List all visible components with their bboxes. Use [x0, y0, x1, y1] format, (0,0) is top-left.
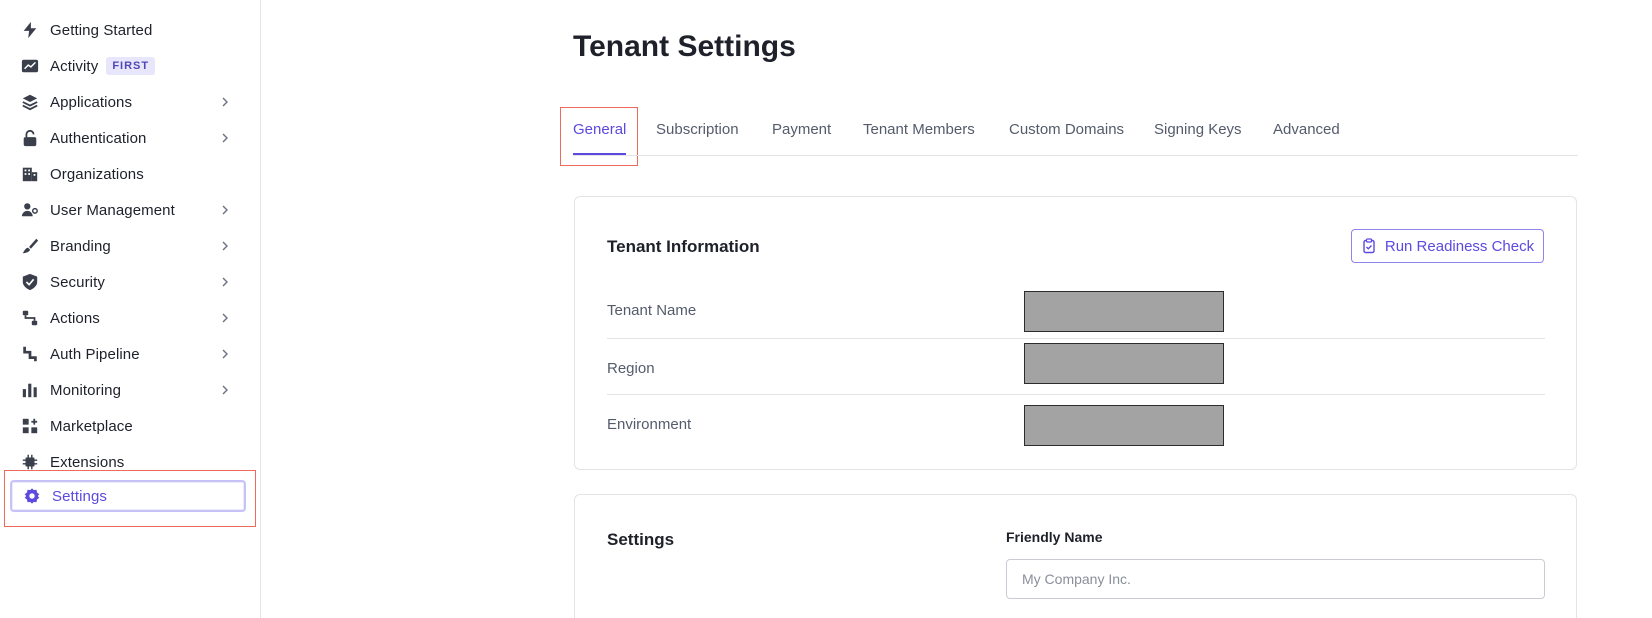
sidebar-item-authentication[interactable]: Authentication [10, 122, 246, 154]
run-readiness-check-button[interactable]: Run Readiness Check [1351, 229, 1544, 263]
environment-redacted-value [1024, 405, 1224, 446]
users-gear-icon [20, 200, 40, 220]
settings-tabs: General Subscription Payment Tenant Memb… [573, 108, 1578, 156]
layers-icon [20, 92, 40, 112]
first-badge: FIRST [106, 57, 156, 75]
chip-icon [20, 452, 40, 472]
grid-plus-icon [20, 416, 40, 436]
sidebar-item-label: Activity [50, 57, 99, 75]
tab-general[interactable]: General [573, 121, 626, 138]
sidebar-item-user-management[interactable]: User Management [10, 194, 246, 226]
active-tab-indicator [573, 153, 626, 155]
page-title: Tenant Settings [573, 30, 796, 63]
sidebar-item-label: Monitoring [50, 381, 122, 399]
sidebar-item-label: Branding [50, 237, 111, 255]
highlight-box-settings [4, 470, 256, 527]
sidebar-item-security[interactable]: Security [10, 266, 246, 298]
run-readiness-check-label: Run Readiness Check [1384, 237, 1535, 255]
sidebar-item-marketplace[interactable]: Marketplace [10, 410, 246, 442]
environment-row: Environment [607, 395, 1545, 451]
sidebar-item-label: User Management [50, 201, 175, 219]
sidebar-item-label: Marketplace [50, 417, 133, 435]
lock-icon [20, 128, 40, 148]
region-redacted-value [1024, 343, 1224, 384]
flow-icon [20, 308, 40, 328]
tab-signing-keys[interactable]: Signing Keys [1154, 121, 1242, 138]
tenant-name-redacted-value [1024, 291, 1224, 332]
region-label: Region [607, 360, 655, 377]
chevron-right-icon [222, 205, 228, 215]
sidebar-item-label: Authentication [50, 129, 147, 147]
sidebar-item-label: Organizations [50, 165, 144, 183]
building-icon [20, 164, 40, 184]
tenant-information-card: Tenant Information Run Readiness Check T… [574, 196, 1577, 470]
tab-advanced[interactable]: Advanced [1273, 121, 1340, 138]
sidebar-item-getting-started[interactable]: Getting Started [10, 14, 246, 46]
sidebar-item-label: Auth Pipeline [50, 345, 140, 363]
tenant-name-label: Tenant Name [607, 302, 697, 319]
tab-custom-domains[interactable]: Custom Domains [1009, 121, 1124, 138]
clipboard-check-icon [1363, 238, 1375, 254]
brush-icon [20, 236, 40, 256]
sidebar-item-organizations[interactable]: Organizations [10, 158, 246, 190]
chevron-right-icon [222, 385, 228, 395]
sidebar-item-label: Applications [50, 93, 133, 111]
sidebar-item-applications[interactable]: Applications [10, 86, 246, 118]
environment-label: Environment [607, 416, 692, 433]
chevron-right-icon [222, 277, 228, 287]
sidebar-item-label: Actions [50, 309, 100, 327]
sidebar-item-label: Security [50, 273, 105, 291]
tenant-name-row: Tenant Name [607, 283, 1545, 339]
chevron-right-icon [222, 349, 228, 359]
sidebar-item-label: Extensions [50, 453, 125, 471]
friendly-name-input[interactable] [1006, 559, 1545, 599]
tab-subscription[interactable]: Subscription [656, 121, 739, 138]
tenant-information-title: Tenant Information [607, 237, 760, 256]
friendly-name-label: Friendly Name [1006, 529, 1103, 545]
bar-chart-icon [20, 380, 40, 400]
settings-card: Settings Friendly Name [574, 494, 1577, 618]
chevron-right-icon [222, 97, 228, 107]
lightning-icon [20, 20, 40, 40]
settings-title: Settings [607, 530, 675, 549]
shield-check-icon [20, 272, 40, 292]
tab-payment[interactable]: Payment [772, 121, 831, 138]
chevron-right-icon [222, 241, 228, 251]
tab-tenant-members[interactable]: Tenant Members [863, 121, 975, 138]
chevron-right-icon [222, 313, 228, 323]
sidebar-item-activity[interactable]: Activity FIRST [10, 50, 246, 82]
sidebar-item-monitoring[interactable]: Monitoring [10, 374, 246, 406]
chevron-right-icon [222, 133, 228, 143]
sidebar-item-auth-pipeline[interactable]: Auth Pipeline [10, 338, 246, 370]
pipeline-icon [20, 344, 40, 364]
sidebar-item-actions[interactable]: Actions [10, 302, 246, 334]
region-row: Region [607, 339, 1545, 395]
sidebar-item-branding[interactable]: Branding [10, 230, 246, 262]
activity-chart-icon [20, 56, 40, 76]
sidebar-item-label: Getting Started [50, 21, 153, 39]
